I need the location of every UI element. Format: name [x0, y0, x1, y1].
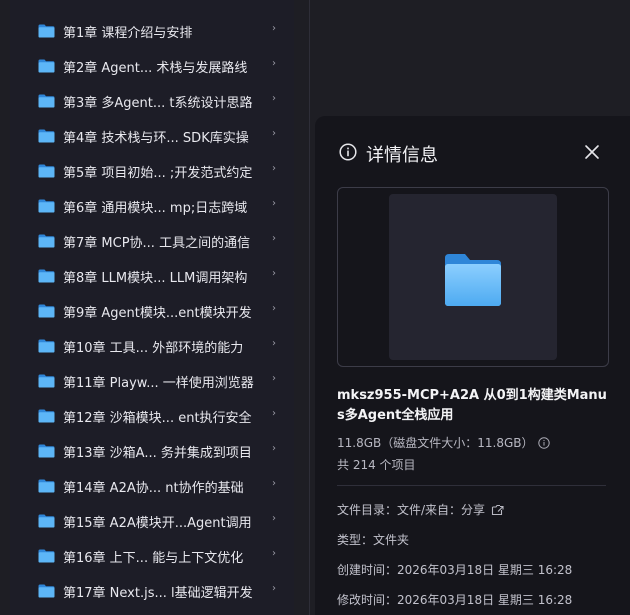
list-item-label: 第7章 MCP协... 工具之间的通信 — [63, 236, 251, 251]
type-row: 类型：文件夹 — [337, 533, 410, 547]
list-item-label: 第2章 Agent... 术栈与发展路线 — [63, 61, 248, 76]
chevron-right-icon[interactable]: › — [272, 233, 276, 244]
folder-icon — [38, 303, 55, 318]
chevron-right-icon[interactable]: › — [272, 58, 276, 69]
chevron-right-icon[interactable]: › — [272, 163, 276, 174]
file-name: mksz955-MCP+A2A 从0到1构建类Manus多Agent全栈应用 — [337, 388, 607, 423]
chevron-right-icon[interactable]: › — [272, 583, 276, 594]
list-item-label: 第11章 Playw... 一样使用浏览器 — [63, 376, 254, 391]
detail-panel: 详情信息 mksz955-MCP+A2A 从0到1构建类Manus多Agent全… — [315, 116, 630, 615]
list-item-label: 第12章 沙箱模块... ent执行安全 — [63, 411, 252, 426]
chevron-right-icon[interactable]: › — [272, 303, 276, 314]
folder-icon — [38, 58, 55, 73]
list-item[interactable]: 第5章 项目初始... ;开发范式约定 › — [10, 153, 294, 188]
file-list: 第1章 课程介绍与安排 › 第2章 Agent... 术栈与发展路线 › 第3章 多Ag… — [10, 0, 294, 615]
list-item[interactable]: 第10章 工具... 外部环境的能力 › — [10, 328, 294, 363]
list-item[interactable]: 第14章 A2A协... nt协作的基础 › — [10, 468, 294, 503]
folder-icon — [38, 513, 55, 528]
folder-icon — [38, 478, 55, 493]
chevron-right-icon[interactable]: › — [272, 338, 276, 349]
list-item[interactable]: 第7章 MCP协... 工具之间的通信 › — [10, 223, 294, 258]
list-item-label: 第14章 A2A协... nt协作的基础 — [63, 481, 244, 496]
list-item-label: 第10章 工具... 外部环境的能力 — [63, 341, 244, 356]
chevron-right-icon[interactable]: › — [272, 548, 276, 559]
chevron-right-icon[interactable]: › — [272, 443, 276, 454]
chevron-right-icon[interactable]: › — [272, 478, 276, 489]
list-item-label: 第1章 课程介绍与安排 — [63, 26, 193, 41]
list-item-label: 第17章 Next.js... l基础逻辑开发 — [63, 586, 253, 601]
folder-icon — [38, 268, 55, 283]
chevron-right-icon[interactable]: › — [272, 23, 276, 34]
folder-icon — [38, 233, 55, 248]
list-item[interactable]: 第16章 上下... 能与上下文优化 › — [10, 538, 294, 573]
folder-icon — [38, 373, 55, 388]
list-item[interactable]: 第11章 Playw... 一样使用浏览器 › — [10, 363, 294, 398]
chevron-right-icon[interactable]: › — [272, 198, 276, 209]
folder-icon — [38, 548, 55, 563]
list-item-label: 第8章 LLM模块... LLM调用架构 — [63, 271, 248, 286]
folder-icon — [38, 198, 55, 213]
list-item[interactable]: 第2章 Agent... 术栈与发展路线 › — [10, 48, 294, 83]
list-item-label: 第16章 上下... 能与上下文优化 — [63, 551, 244, 566]
list-item-label: 第9章 Agent模块...ent模块开发 — [63, 306, 252, 321]
chevron-right-icon[interactable]: › — [272, 93, 276, 104]
folder-icon — [38, 443, 55, 458]
info-small-icon[interactable] — [537, 437, 550, 452]
list-item[interactable]: 第1章 课程介绍与安排 › — [10, 13, 294, 48]
folder-icon — [38, 338, 55, 353]
list-item-label: 第13章 沙箱A... 务并集成到项目 — [63, 446, 252, 461]
list-item-label: 第6章 通用模块... mp;日志跨域 — [63, 201, 248, 216]
panel-title: 详情信息 — [366, 145, 438, 166]
chevron-right-icon[interactable]: › — [272, 128, 276, 139]
list-item[interactable]: 第15章 A2A模块开...Agent调用 › — [10, 503, 294, 538]
open-location-icon[interactable] — [491, 504, 504, 519]
created-row: 创建时间：2026年03月18日 星期三 16:28 — [337, 563, 573, 577]
folder-icon — [38, 128, 55, 143]
chevron-right-icon[interactable]: › — [272, 373, 276, 384]
list-item[interactable]: 第12章 沙箱模块... ent执行安全 › — [10, 398, 294, 433]
close-icon[interactable] — [583, 143, 601, 161]
directory-row: 文件目录：文件/来自：分享 — [337, 501, 504, 519]
list-item[interactable]: 第3章 多Agent... t系统设计思路 › — [10, 83, 294, 118]
list-item-label: 第15章 A2A模块开...Agent调用 — [63, 516, 252, 531]
item-count: 共 214 个项目 — [337, 458, 416, 472]
folder-icon — [38, 408, 55, 423]
chevron-right-icon[interactable]: › — [272, 408, 276, 419]
list-item[interactable]: 第8章 LLM模块... LLM调用架构 › — [10, 258, 294, 293]
info-icon — [339, 143, 357, 161]
list-item[interactable]: 第6章 通用模块... mp;日志跨域 › — [10, 188, 294, 223]
list-divider — [309, 0, 310, 615]
folder-icon — [443, 252, 503, 307]
list-item-label: 第3章 多Agent... t系统设计思路 — [63, 96, 253, 111]
list-item-label: 第5章 项目初始... ;开发范式约定 — [63, 166, 253, 181]
list-item-label: 第4章 技术栈与环... SDK库实操 — [63, 131, 249, 146]
folder-icon — [38, 23, 55, 38]
folder-icon — [38, 583, 55, 598]
folder-icon — [38, 163, 55, 178]
modified-row: 修改时间：2026年03月18日 星期三 16:28 — [337, 593, 573, 607]
list-item[interactable]: 第17章 Next.js... l基础逻辑开发 › — [10, 573, 294, 608]
list-item[interactable]: 第9章 Agent模块...ent模块开发 › — [10, 293, 294, 328]
file-size: 11.8GB（磁盘文件大小：11.8GB） — [337, 434, 550, 452]
list-item[interactable]: 第13章 沙箱A... 务并集成到项目 › — [10, 433, 294, 468]
chevron-right-icon[interactable]: › — [272, 268, 276, 279]
chevron-right-icon[interactable]: › — [272, 513, 276, 524]
folder-icon — [38, 93, 55, 108]
folder-preview — [337, 187, 609, 367]
section-divider — [337, 485, 606, 486]
app-window: 第1章 课程介绍与安排 › 第2章 Agent... 术栈与发展路线 › 第3章 多Ag… — [0, 0, 630, 615]
list-item[interactable]: 第4章 技术栈与环... SDK库实操 › — [10, 118, 294, 153]
